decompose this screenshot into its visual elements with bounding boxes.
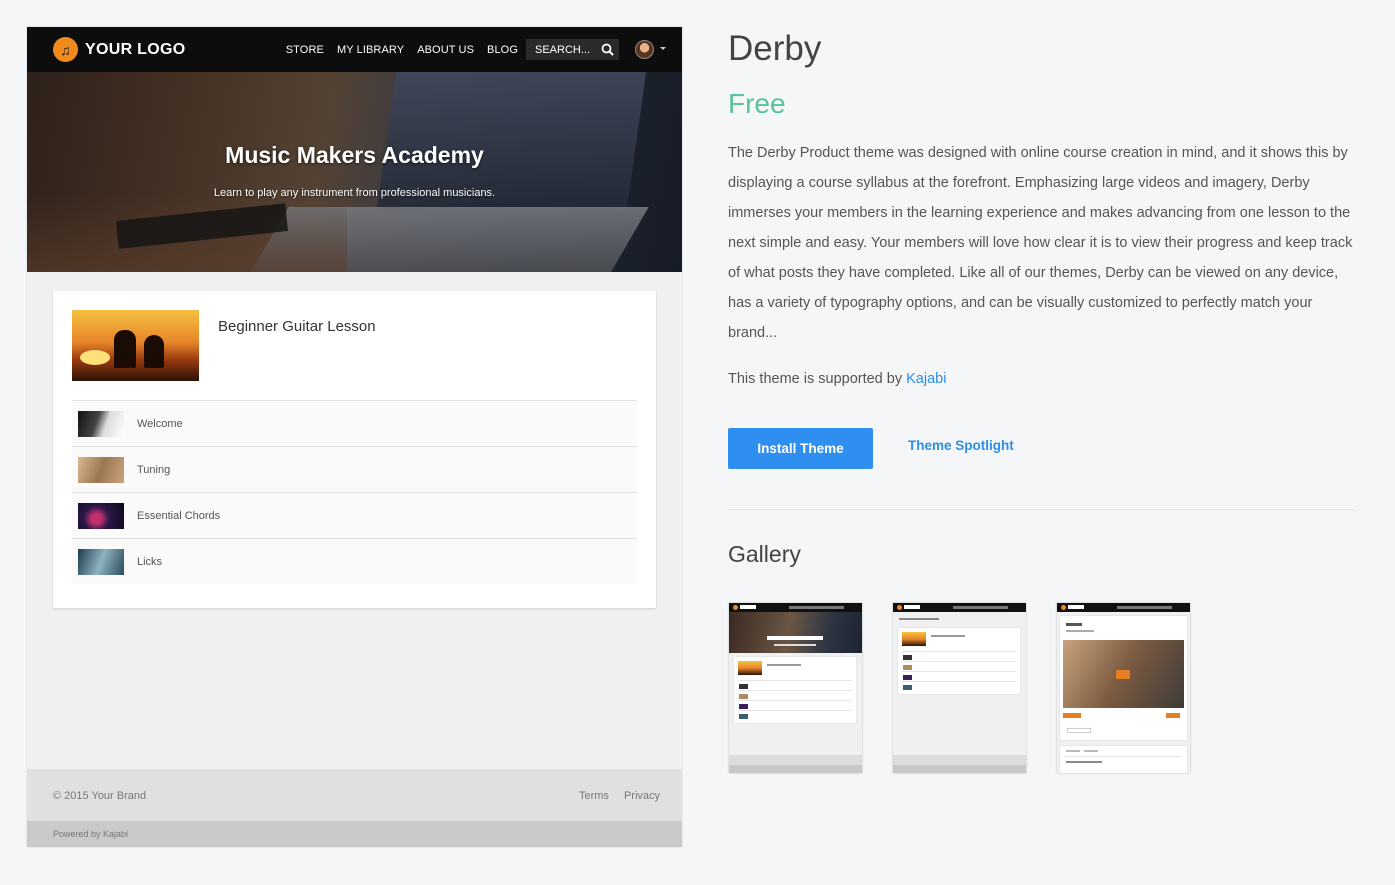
lesson-item-licks[interactable]: Licks [72, 538, 637, 584]
powered-by-text[interactable]: Powered by Kajabi [53, 829, 128, 839]
footer-links: Terms Privacy [564, 790, 660, 802]
course-thumbnail[interactable] [72, 310, 199, 381]
nav-link-my-library[interactable]: MY LIBRARY [337, 44, 404, 56]
theme-name: Derby [728, 29, 822, 68]
lesson-label: Licks [137, 555, 163, 568]
lesson-list: Welcome Tuning Essential Chords Licks [72, 400, 637, 584]
theme-description: The Derby Product theme was designed wit… [728, 145, 1353, 341]
lesson-item-tuning[interactable]: Tuning [72, 446, 637, 492]
search-icon[interactable] [599, 40, 619, 60]
user-avatar[interactable] [635, 40, 654, 59]
theme-preview: ♫ YOUR LOGO STORE MY LIBRARY ABOUT US BL… [27, 27, 682, 847]
section-divider [728, 509, 1354, 510]
music-note-icon: ♫ [53, 37, 78, 62]
footer-copyright: © 2015 Your Brand [53, 790, 147, 802]
install-theme-button[interactable]: Install Theme [728, 428, 873, 469]
preview-logo[interactable]: ♫ YOUR LOGO [53, 37, 185, 62]
kajabi-link[interactable]: Kajabi [906, 371, 946, 387]
footer-link-privacy[interactable]: Privacy [624, 790, 660, 802]
preview-search-input[interactable]: SEARCH... [526, 39, 619, 60]
nav-link-blog[interactable]: BLOG [487, 44, 518, 56]
lesson-label: Essential Chords [137, 509, 221, 522]
lesson-item-essential-chords[interactable]: Essential Chords [72, 492, 637, 538]
theme-spotlight-link[interactable]: Theme Spotlight [908, 438, 1014, 453]
footer-link-terms[interactable]: Terms [579, 790, 609, 802]
lesson-thumbnail [78, 548, 124, 575]
course-card: Beginner Guitar Lesson Welcome Tuning Es… [53, 291, 656, 608]
nav-link-about-us[interactable]: ABOUT US [417, 44, 474, 56]
preview-footer: © 2015 Your Brand Terms Privacy [27, 769, 682, 821]
lesson-thumbnail [78, 410, 124, 437]
preview-hero: Music Makers Academy Learn to play any i… [27, 72, 682, 272]
support-text: This theme is supported by [728, 371, 907, 387]
course-title[interactable]: Beginner Guitar Lesson [218, 318, 376, 335]
gallery-title: Gallery [728, 541, 801, 567]
lesson-thumbnail [78, 502, 124, 529]
lesson-label: Tuning [137, 463, 171, 476]
lesson-label: Welcome [137, 417, 183, 430]
theme-price: Free [728, 88, 786, 119]
gallery-thumbnail-3[interactable] [1057, 603, 1190, 773]
hero-subtitle: Learn to play any instrument from profes… [213, 187, 496, 199]
nav-link-store[interactable]: STORE [286, 44, 324, 56]
theme-support: This theme is supported by Kajabi [728, 371, 946, 387]
search-placeholder: SEARCH... [535, 43, 591, 56]
caret-down-icon[interactable] [660, 47, 666, 50]
gallery-thumbnail-1[interactable] [729, 603, 862, 773]
preview-navbar: ♫ YOUR LOGO STORE MY LIBRARY ABOUT US BL… [27, 27, 682, 72]
preview-nav-links: STORE MY LIBRARY ABOUT US BLOG [273, 27, 518, 72]
hero-title: Music Makers Academy [225, 142, 484, 168]
logo-text: YOUR LOGO [85, 40, 186, 58]
gallery-thumbnail-2[interactable] [893, 603, 1026, 773]
lesson-thumbnail [78, 456, 124, 483]
powered-by-bar: Powered by Kajabi [27, 821, 682, 847]
lesson-item-welcome[interactable]: Welcome [72, 400, 637, 446]
